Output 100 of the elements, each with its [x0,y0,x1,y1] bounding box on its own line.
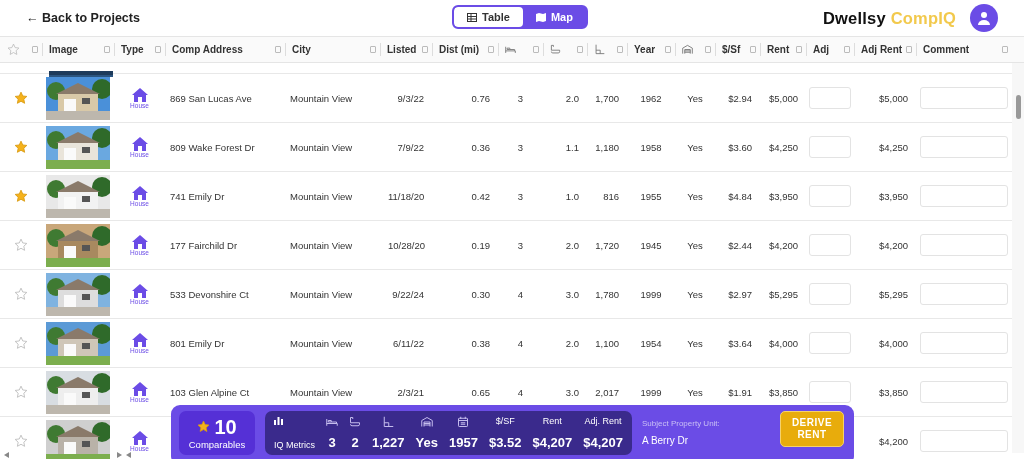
house-icon [131,185,148,200]
table-cell-text: 2.0 [564,92,580,104]
table-cell-text: Mountain View [289,239,354,251]
adjustment-field[interactable] [809,381,851,403]
star-toggle[interactable] [14,385,28,399]
table-cell-text: 1,180 [594,141,620,153]
column-menu-icon[interactable] [617,46,623,53]
adjustment-field[interactable] [809,136,851,158]
table-cell-text: $3,950 [767,190,799,202]
table-cell-text: Yes [686,190,704,202]
star-toggle[interactable] [14,287,28,301]
table-cell-text: 0.19 [470,239,491,251]
table-cell-text: 1,100 [594,337,620,349]
table-cell-text: $4,200 [767,239,799,251]
table-cell-text: Mountain View [289,141,354,153]
adjustment-field[interactable] [809,234,851,256]
ruler-icon [382,416,395,428]
table-cell-text: 7/9/22 [396,141,425,153]
column-menu-icon[interactable] [750,46,756,53]
column-header: Rent [767,44,790,55]
comment-field[interactable] [920,185,1008,207]
column-header: Comp Address [172,44,243,55]
table-cell-text: 9/3/22 [396,92,425,104]
view-tab[interactable]: Table [454,7,523,27]
calendar-icon [457,416,470,428]
metric-value: 1957 [449,435,478,450]
column-menu-icon[interactable] [906,46,912,53]
scroll-right-icon[interactable] [117,452,122,458]
star-toggle[interactable] [14,140,28,154]
adjustment-field[interactable] [809,185,851,207]
star-toggle[interactable] [14,336,28,350]
column-menu-icon[interactable] [1002,46,1008,53]
table-cell-text: 1,700 [594,92,620,104]
adjustment-field[interactable] [809,332,851,354]
table-cell-text: 103 Glen Alpine Ct [169,386,251,398]
metric-value: 3 [328,435,336,450]
star-icon[interactable] [7,43,20,56]
table-cell-text: Yes [686,337,704,349]
table-cell-text: 0.76 [470,92,491,104]
column-menu-icon[interactable] [705,46,711,53]
table-cell-text: 1945 [639,239,663,251]
column-menu-icon[interactable] [577,46,583,53]
table-cell-text: 1.0 [564,190,580,202]
table-cell-text: Yes [686,92,704,104]
table-cell-text: Mountain View [289,337,354,349]
comment-field[interactable] [920,381,1008,403]
table-cell-text: Yes [686,386,704,398]
comment-field[interactable] [920,283,1008,305]
column-menu-icon[interactable] [32,46,38,53]
metric-value: $4,207 [532,435,573,450]
star-toggle[interactable] [14,434,28,448]
column-menu-icon[interactable] [370,46,376,53]
back-link[interactable]: ← Back to Projects [26,11,140,25]
star-toggle[interactable] [14,238,28,252]
table-cell-text: 6/11/22 [392,337,425,349]
column-menu-icon[interactable] [844,46,850,53]
bar-chart-icon [274,416,283,425]
star-toggle[interactable] [14,189,28,203]
column-menu-icon[interactable] [422,46,428,53]
comment-field[interactable] [920,332,1008,354]
star-icon [197,420,211,433]
table-cell-text: 177 Fairchild Dr [169,239,239,251]
column-menu-icon[interactable] [275,46,281,53]
column-menu-icon[interactable] [104,46,110,53]
column-menu-icon[interactable] [533,46,539,53]
subject-address: A Berry Dr [642,435,690,446]
column-header: Type [121,44,144,55]
table-cell-text: 816 [602,190,620,202]
table-cell-text: $3.60 [727,141,753,153]
table-cell-text: 4 [516,288,525,300]
avatar[interactable] [970,4,998,32]
house-icon [131,87,148,102]
scroll-left-icon[interactable] [4,452,9,458]
column-menu-icon[interactable] [155,46,161,53]
table-cell-text: 1954 [639,337,663,349]
table-cell-text: 809 Wake Forest Dr [169,141,256,153]
comment-field[interactable] [920,87,1008,109]
comment-field[interactable] [920,234,1008,256]
vertical-scrollbar[interactable] [1012,63,1024,453]
column-header: Listed [387,44,417,55]
comment-field[interactable] [920,136,1008,158]
star-toggle[interactable] [14,91,28,105]
column-menu-icon[interactable] [796,46,802,53]
adjustment-field[interactable] [809,87,851,109]
bathtub-icon [349,416,361,428]
adjustment-field[interactable] [809,283,851,305]
metric-value: $3.52 [488,435,522,450]
column-menu-icon[interactable] [665,46,671,53]
scroll-left-icon[interactable] [126,452,131,458]
bathtub-icon [550,44,561,55]
table-cell-text: 2.0 [564,239,580,251]
table-cell-text: Mountain View [289,190,354,202]
table-cell-text: $4,250 [767,141,799,153]
metric-label: Rent [542,416,562,426]
garage-icon [420,416,433,428]
comment-field[interactable] [920,430,1008,452]
column-menu-icon[interactable] [488,46,494,53]
table-cell-text: 1955 [639,190,663,202]
table-cell-text: 2/3/21 [396,386,425,398]
table-cell-text: Mountain View [289,288,354,300]
